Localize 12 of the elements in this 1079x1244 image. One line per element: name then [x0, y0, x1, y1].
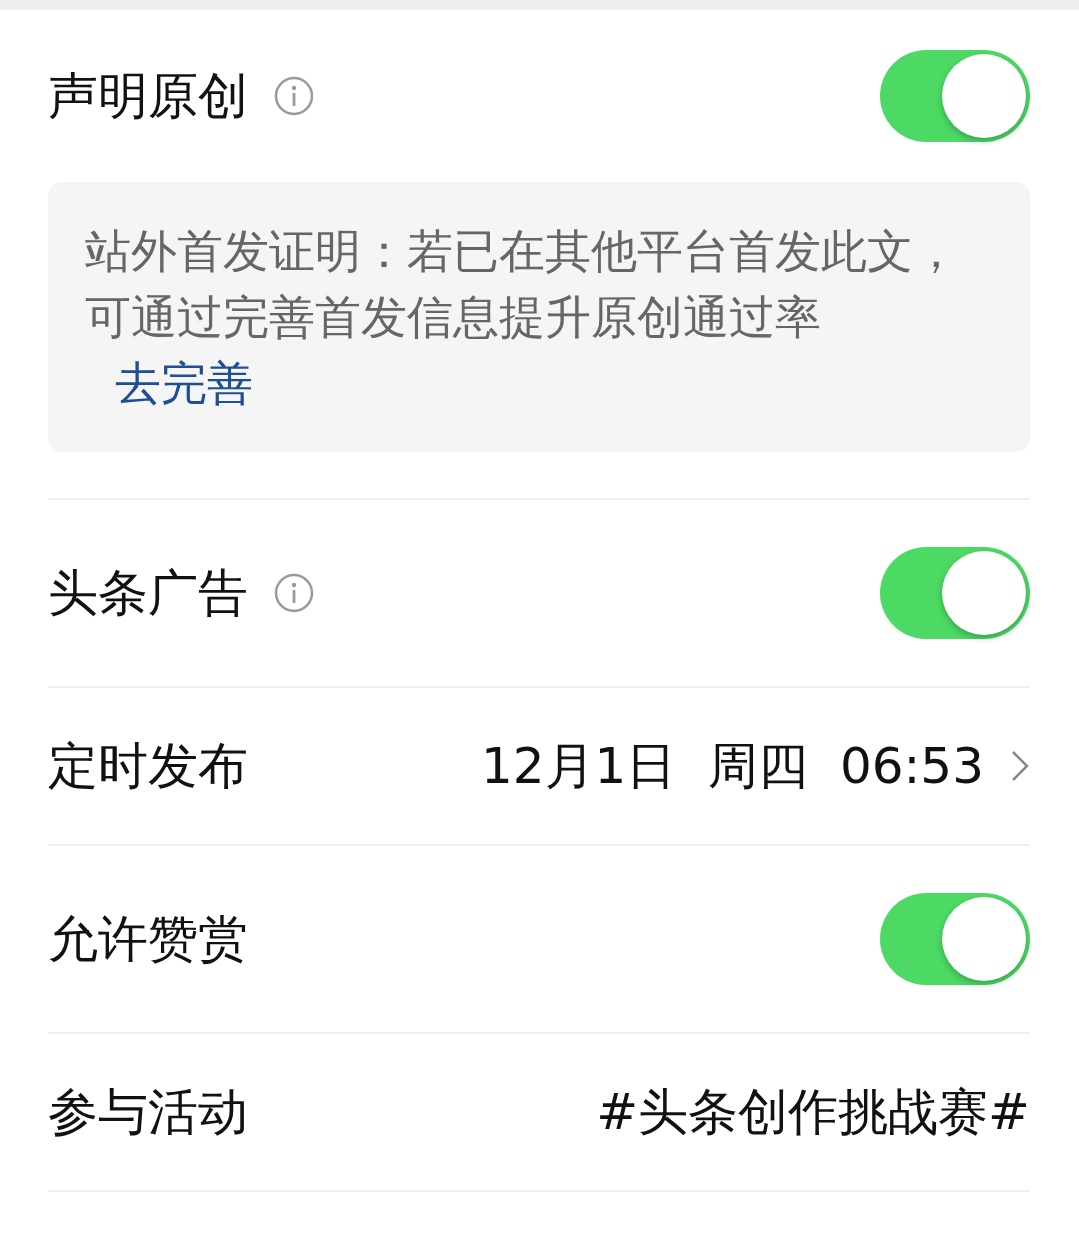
setting-label: 允许赞赏 [48, 908, 248, 970]
info-icon[interactable] [274, 573, 314, 613]
complete-link[interactable]: 去完善 [115, 356, 253, 410]
setting-label: 头条广告 [48, 562, 248, 624]
setting-value[interactable]: 12月1日 周四 06:53 [480, 732, 984, 800]
notice-text: 站外首发证明：若已在其他平台首发此文，可通过完善首发信息提升原创通过率 去完善 [48, 182, 1030, 452]
chevron-right-icon [1010, 749, 1030, 783]
setting-label: 定时发布 [48, 735, 248, 797]
setting-label: 参与活动 [48, 1081, 248, 1143]
info-icon[interactable] [274, 76, 314, 116]
setting-value[interactable]: #头条创作挑战赛# [596, 1078, 1030, 1146]
setting-label: 声明原创 [48, 65, 248, 127]
